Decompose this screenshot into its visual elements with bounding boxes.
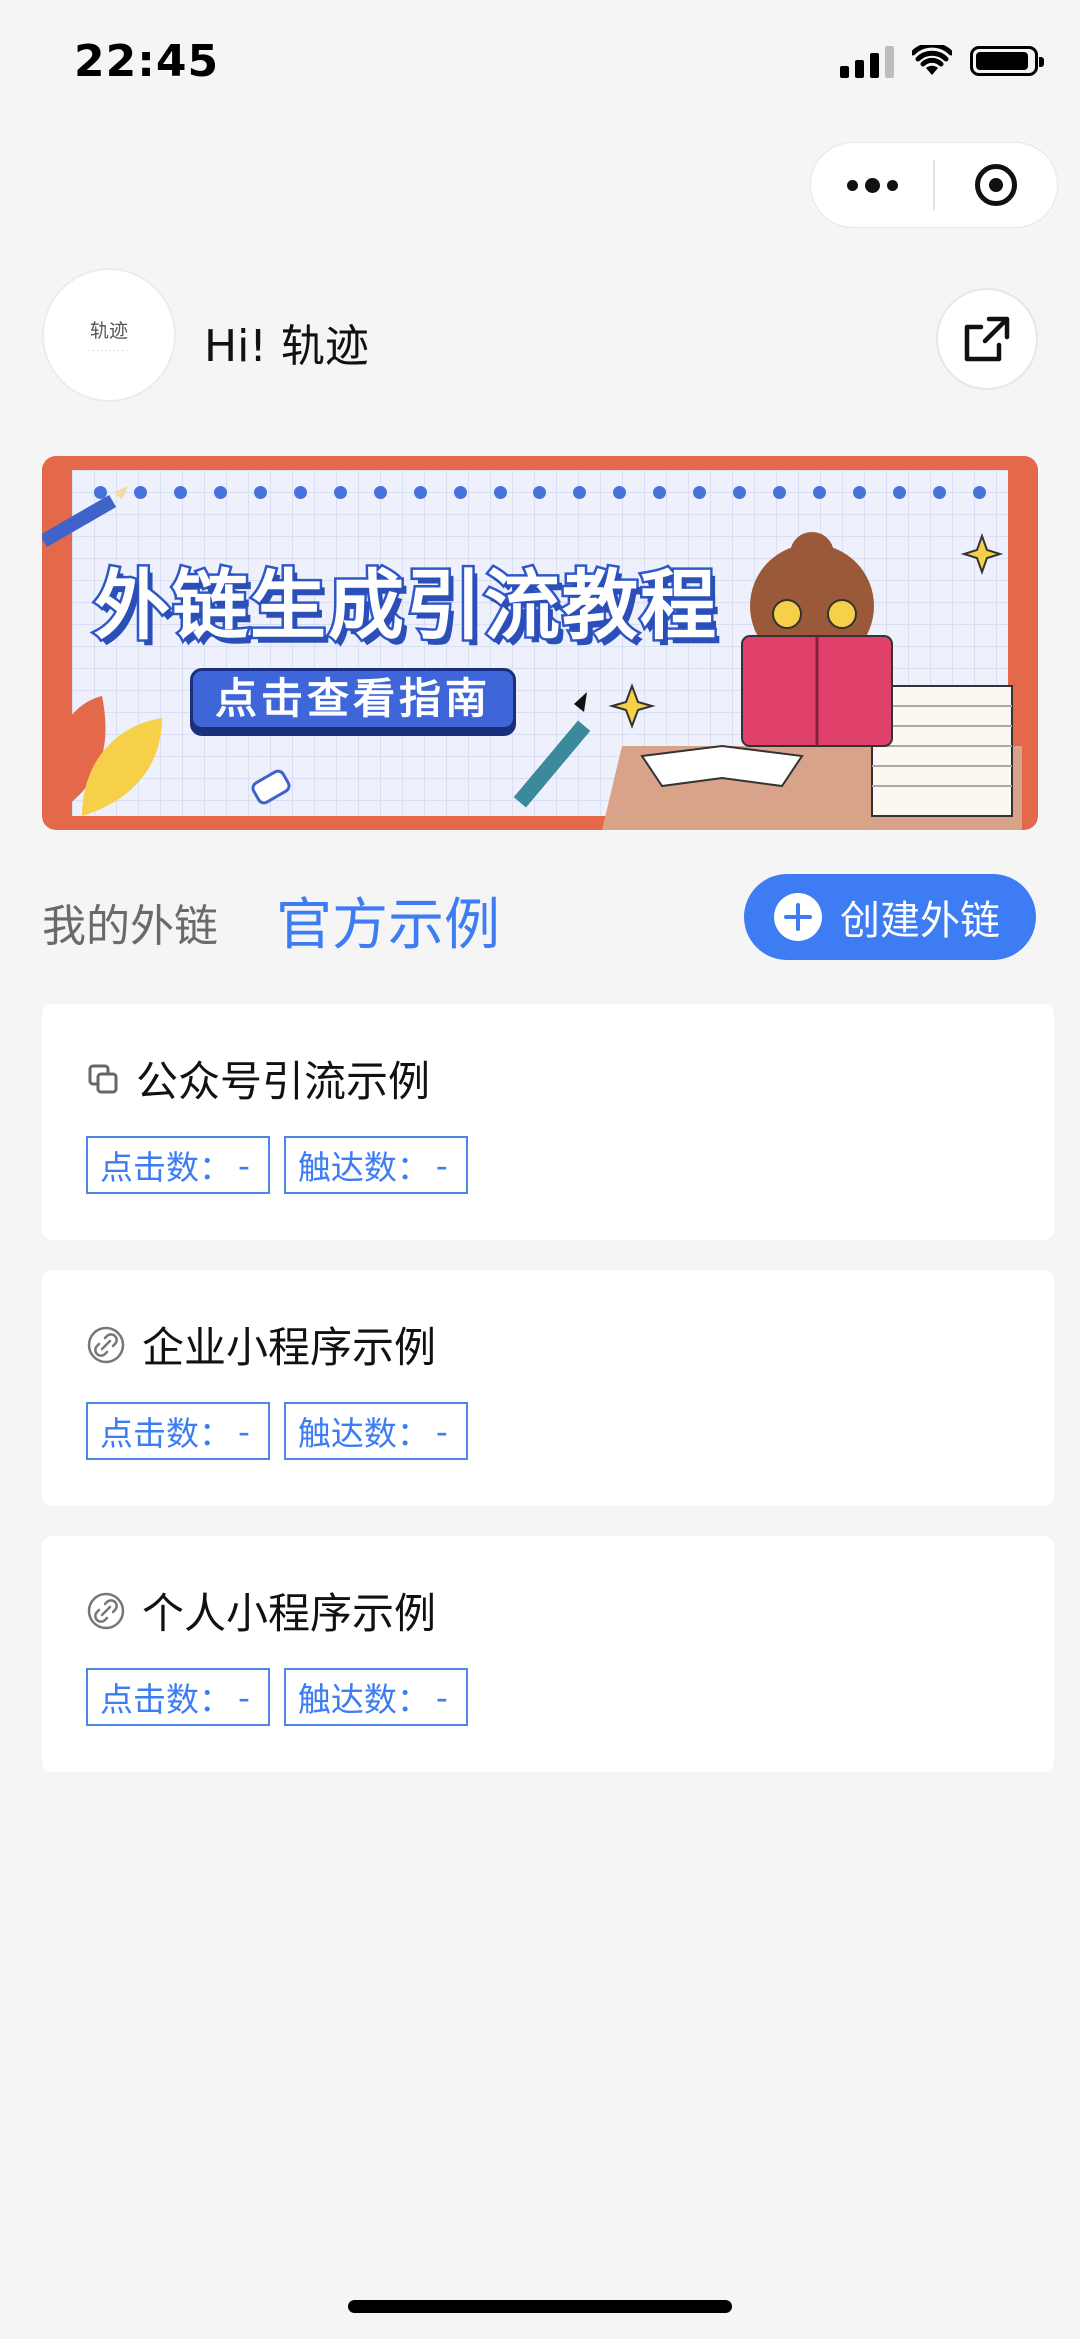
click-count-value: -	[238, 1145, 250, 1185]
click-count-value: -	[238, 1677, 250, 1717]
reach-count-label: 触达数：	[297, 1148, 430, 1187]
battery-icon	[970, 46, 1044, 76]
create-link-label: 创建外链	[840, 898, 1000, 944]
tab-official-examples[interactable]: 官方示例	[276, 880, 500, 961]
cellular-signal-icon	[840, 44, 894, 78]
example-card-enterprise-miniprogram[interactable]: 企业小程序示例 点击数： - 触达数： -	[42, 1270, 1054, 1506]
pencil-icon	[42, 486, 128, 548]
greeting-text: Hi! 轨迹	[204, 321, 369, 372]
link-icon	[87, 1326, 125, 1363]
example-card-official-account[interactable]: 公众号引流示例 点击数： - 触达数： -	[42, 1004, 1054, 1240]
click-count-label: 点击数：	[100, 1414, 232, 1453]
tutorial-banner[interactable]: 外链生成引流教程 点击查看指南	[42, 456, 1038, 830]
reach-count-badge: 触达数： -	[283, 1402, 468, 1460]
click-count-badge: 点击数： -	[86, 1402, 270, 1460]
reach-count-value: -	[435, 1145, 448, 1185]
plus-icon	[774, 893, 822, 941]
share-button[interactable]	[936, 288, 1038, 390]
more-button[interactable]	[811, 143, 933, 227]
wifi-icon	[912, 45, 952, 75]
reach-count-badge: 触达数： -	[283, 1668, 468, 1726]
tab-my-links[interactable]: 我的外链	[42, 890, 218, 954]
avatar[interactable]: 轨迹 ··········	[42, 268, 176, 402]
reach-count-badge: 触达数： -	[283, 1136, 468, 1194]
status-icons	[840, 44, 1044, 78]
card-title: 公众号引流示例	[136, 1057, 431, 1106]
link-icon	[87, 1592, 125, 1629]
copy-icon	[88, 1064, 118, 1093]
click-count-label: 点击数：	[100, 1680, 232, 1719]
reach-count-value: -	[435, 1411, 448, 1451]
share-external-icon	[964, 316, 1010, 362]
more-dots-icon	[846, 177, 898, 193]
click-count-label: 点击数：	[100, 1148, 232, 1187]
reach-count-label: 触达数：	[297, 1680, 430, 1719]
avatar-logo-text: 轨迹	[89, 319, 128, 342]
card-title: 企业小程序示例	[142, 1323, 437, 1372]
reach-count-label: 触达数：	[297, 1414, 430, 1453]
avatar-logo-decoration: ··········	[87, 346, 131, 355]
status-time: 22:45	[74, 36, 220, 87]
create-link-button[interactable]: 创建外链	[744, 874, 1036, 960]
card-title: 个人小程序示例	[142, 1589, 437, 1638]
star-icon-2	[960, 533, 1004, 575]
click-count-badge: 点击数： -	[86, 1668, 270, 1726]
home-indicator[interactable]	[348, 2300, 732, 2313]
click-count-value: -	[238, 1411, 250, 1451]
close-miniprogram-button[interactable]	[935, 143, 1057, 227]
eraser-icon	[251, 769, 291, 805]
star-icon	[608, 683, 656, 729]
banner-illustration	[42, 486, 1022, 830]
reading-girl-illustration	[741, 532, 893, 747]
pencil-middle-icon	[513, 692, 591, 808]
example-card-personal-miniprogram[interactable]: 个人小程序示例 点击数： - 触达数： -	[42, 1536, 1054, 1772]
target-icon	[975, 164, 1017, 206]
click-count-badge: 点击数： -	[86, 1136, 270, 1194]
reach-count-value: -	[435, 1677, 448, 1717]
miniprogram-capsule	[810, 142, 1058, 228]
